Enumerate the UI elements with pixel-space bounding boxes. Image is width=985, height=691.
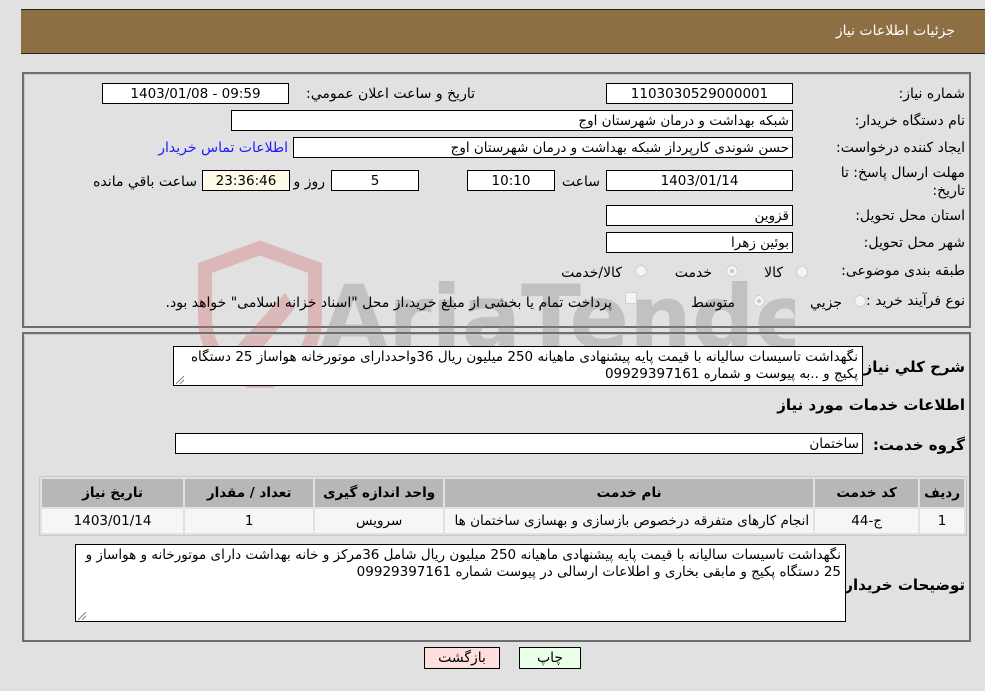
buyer-org-label: نام دستگاه خریدار: bbox=[854, 113, 965, 129]
remaining-days-field: 5 bbox=[331, 170, 419, 191]
col-header-service-name: نام خدمت bbox=[445, 479, 814, 507]
need-number-label: شماره نیاز: bbox=[898, 86, 966, 102]
purchase-type-radio-minor[interactable] bbox=[854, 295, 866, 307]
table-header-row: ردیف کد خدمت نام خدمت واحد اندازه گیری ت… bbox=[42, 479, 964, 507]
purchase-type-label: نوع فرآیند خرید : bbox=[866, 293, 965, 309]
purchase-type-option-minor: جزيي bbox=[810, 295, 842, 311]
buyer-contact-link[interactable]: اطلاعات تماس خریدار bbox=[158, 140, 288, 156]
description-textarea[interactable]: نگهداشت تاسیسات سالیانه با قیمت پایه پیش… bbox=[173, 346, 863, 386]
purchase-type-radio-medium[interactable] bbox=[753, 295, 765, 307]
requester-label: ایجاد کننده درخواست: bbox=[836, 140, 965, 156]
description-text: نگهداشت تاسیسات سالیانه با قیمت پایه پیش… bbox=[190, 349, 858, 382]
cell-service-name: انجام کارهای متفرقه درخصوص بازسازی و بهس… bbox=[445, 509, 814, 533]
purchase-type-option-medium: متوسط bbox=[691, 295, 735, 311]
deadline-label-line2: تاریخ: bbox=[932, 183, 965, 199]
back-button[interactable]: بازگشت bbox=[424, 647, 500, 669]
announce-datetime-label: تاریخ و ساعت اعلان عمومي: bbox=[306, 86, 475, 102]
category-option-service: خدمت bbox=[674, 265, 712, 281]
city-label: شهر محل تحویل: bbox=[863, 235, 965, 251]
service-group-field: ساختمان bbox=[175, 433, 863, 454]
deadline-date-field: 1403/01/14 bbox=[606, 170, 793, 191]
col-header-need-date: تاریخ نیاز bbox=[42, 479, 184, 507]
city-field: بوئین زهرا bbox=[606, 232, 793, 253]
deadline-time-field: 10:10 bbox=[467, 170, 555, 191]
page-title: جزئیات اطلاعات نیاز bbox=[835, 23, 955, 39]
buyer-org-field: شبکه بهداشت و درمان شهرستان اوج bbox=[231, 110, 793, 131]
resize-grip-icon[interactable] bbox=[78, 612, 86, 620]
cell-unit: سرویس bbox=[315, 509, 444, 533]
print-button[interactable]: چاپ bbox=[519, 647, 581, 669]
page-header: جزئیات اطلاعات نیاز bbox=[21, 9, 985, 54]
province-label: استان محل تحویل: bbox=[855, 208, 965, 224]
treasury-checkbox[interactable] bbox=[625, 292, 637, 304]
remaining-days-label: روز و bbox=[293, 174, 326, 190]
category-radio-goods-service[interactable] bbox=[635, 265, 647, 277]
deadline-label-line1: مهلت ارسال پاسخ: تا bbox=[840, 165, 965, 181]
col-header-quantity: تعداد / مقدار bbox=[185, 479, 314, 507]
buyer-notes-label: توضیحات خریدار: bbox=[838, 576, 965, 594]
cell-need-date: 1403/01/14 bbox=[42, 509, 184, 533]
table-row: 1 ج-44 انجام کارهای متفرقه درخصوص بازساز… bbox=[42, 509, 964, 533]
services-table: ردیف کد خدمت نام خدمت واحد اندازه گیری ت… bbox=[39, 476, 967, 536]
category-label: طبقه بندی موضوعی: bbox=[841, 263, 965, 279]
col-header-service-code: کد خدمت bbox=[815, 479, 919, 507]
treasury-note: پرداخت تمام یا بخشی از مبلغ خرید،از محل … bbox=[165, 295, 612, 311]
cell-quantity: 1 bbox=[185, 509, 314, 533]
deadline-time-label: ساعت bbox=[561, 174, 600, 190]
category-option-goods-service: کالا/خدمت bbox=[561, 265, 622, 281]
announce-datetime-field: 1403/01/08 - 09:59 bbox=[102, 83, 289, 104]
province-field: قزوین bbox=[606, 205, 793, 226]
resize-grip-icon[interactable] bbox=[176, 376, 184, 384]
buyer-notes-text: نگهداشت تاسیسات سالیانه با قیمت پایه پیش… bbox=[85, 547, 841, 580]
services-heading: اطلاعات خدمات مورد نیاز bbox=[777, 396, 965, 414]
description-label: شرح کلي نیاز: bbox=[857, 358, 965, 376]
cell-row-num: 1 bbox=[920, 509, 964, 533]
requester-field: حسن شوندی کارپرداز شبکه بهداشت و درمان ش… bbox=[293, 137, 793, 158]
service-group-label: گروه خدمت: bbox=[872, 436, 965, 454]
col-header-unit: واحد اندازه گیری bbox=[315, 479, 444, 507]
category-option-goods: کالا bbox=[764, 265, 783, 281]
cell-service-code: ج-44 bbox=[815, 509, 919, 533]
buyer-notes-textarea[interactable]: نگهداشت تاسیسات سالیانه با قیمت پایه پیش… bbox=[75, 544, 846, 622]
category-radio-service[interactable] bbox=[726, 265, 738, 277]
category-radio-goods[interactable] bbox=[796, 266, 808, 278]
remaining-time-field: 23:36:46 bbox=[202, 170, 290, 191]
need-number-field: 1103030529000001 bbox=[606, 83, 793, 104]
remaining-time-label: ساعت باقي مانده bbox=[93, 174, 197, 190]
col-header-row-num: ردیف bbox=[920, 479, 964, 507]
